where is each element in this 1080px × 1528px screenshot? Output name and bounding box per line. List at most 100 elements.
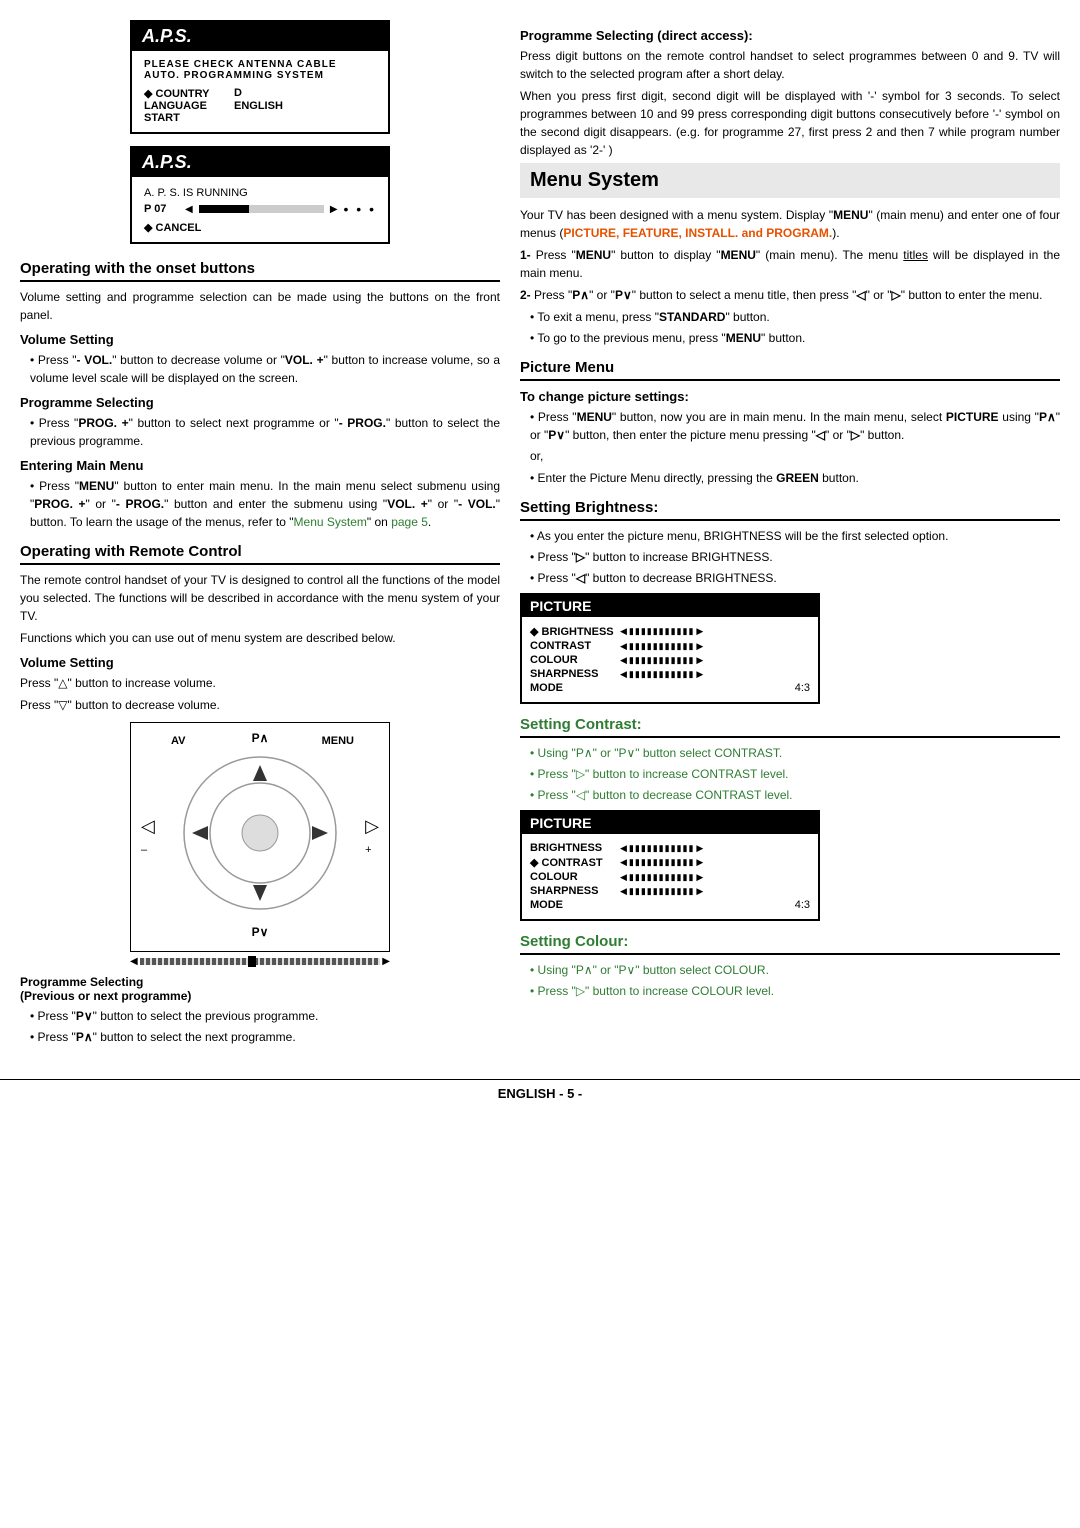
aps-language-row: LANGUAGE ENGLISH <box>144 100 376 112</box>
aps-title-2: A.P.S. <box>132 148 388 177</box>
footer-bar: ENGLISH - 5 - <box>0 1079 1080 1107</box>
aps-line1: PLEASE CHECK ANTENNA CABLE <box>144 59 376 70</box>
pic2-brightness-bar: ◀ ▮▮▮▮▮▮▮▮▮▮▮ ▶ <box>620 843 810 854</box>
bottom-progress-bar: ◀ ▶ <box>130 956 390 967</box>
picture-box-1: PICTURE ◆ BRIGHTNESS ◀ ▮▮▮▮▮▮▮▮▮▮▮ ▶ CON… <box>520 593 820 704</box>
remote-p-down: P∨ <box>252 925 269 939</box>
aps-cancel: ◆ CANCEL <box>144 221 376 234</box>
pic2-sharpness-label: SHARPNESS <box>530 885 620 897</box>
prev-menu-bullet: To go to the previous menu, press "MENU"… <box>520 329 1060 347</box>
aps-prog-label: P 07 <box>144 203 179 215</box>
aps-country-row: ◆ COUNTRY D <box>144 87 376 100</box>
pic1-brightness-row: ◆ BRIGHTNESS ◀ ▮▮▮▮▮▮▮▮▮▮▮ ▶ <box>530 625 810 638</box>
aps-progress-fill <box>199 205 249 213</box>
menu-item2: 2- Press "P∧" or "P∨" button to select a… <box>520 286 1060 304</box>
remote-vol-left: ◁– <box>141 816 155 858</box>
enter-main-menu-bullet: Press "MENU" button to enter main menu. … <box>20 477 500 531</box>
contrast-bullet3: Press "◁" button to decrease CONTRAST le… <box>520 786 1060 804</box>
section2-intro: The remote control handset of your TV is… <box>20 571 500 625</box>
pic2-contrast-bar: ◀ ▮▮▮▮▮▮▮▮▮▮▮ ▶ <box>620 857 810 868</box>
prog-bar-arrow-left: ◀ <box>130 956 138 967</box>
left-column: A.P.S. PLEASE CHECK ANTENNA CABLE AUTO. … <box>20 20 500 1049</box>
section2-intro2: Functions which you can use out of menu … <box>20 629 500 647</box>
prog-selecting-title: Programme Selecting <box>20 395 500 410</box>
pic1-contrast-bar: ◀ ▮▮▮▮▮▮▮▮▮▮▮ ▶ <box>620 641 810 652</box>
pic1-sharpness-bar: ◀ ▮▮▮▮▮▮▮▮▮▮▮ ▶ <box>620 669 810 680</box>
prog-select-caption: Programme Selecting(Previous or next pro… <box>20 975 500 1003</box>
change-picture-title: To change picture settings: <box>520 389 1060 404</box>
pic1-colour-bar: ◀ ▮▮▮▮▮▮▮▮▮▮▮ ▶ <box>620 655 810 666</box>
colour-title: Setting Colour: <box>520 933 1060 955</box>
volume-setting-title: Volume Setting <box>20 332 500 347</box>
aps-language-value: ENGLISH <box>234 100 283 112</box>
pic2-colour-label: COLOUR <box>530 871 620 883</box>
prog-next-bullet: Press "P∧" button to select the next pro… <box>20 1028 500 1046</box>
menu-system-title: Menu System <box>520 163 1060 198</box>
aps-title-1: A.P.S. <box>132 22 388 51</box>
right-column: Programme Selecting (direct access): Pre… <box>520 20 1060 1049</box>
pic2-mode-label: MODE <box>530 899 620 911</box>
colour-bullet1: Using "P∧" or "P∨" button select COLOUR. <box>520 961 1060 979</box>
aps-content-2: A. P. S. IS RUNNING P 07 ◀ ▶ • • • ◆ CAN… <box>132 177 388 242</box>
aps-content-1: PLEASE CHECK ANTENNA CABLE AUTO. PROGRAM… <box>132 51 388 132</box>
or-text: or, <box>520 447 1060 465</box>
pic1-mode-row: MODE 4:3 <box>530 682 810 694</box>
pic2-contrast-row: ◆ CONTRAST ◀ ▮▮▮▮▮▮▮▮▮▮▮ ▶ <box>530 856 810 869</box>
pic1-contrast-row: CONTRAST ◀ ▮▮▮▮▮▮▮▮▮▮▮ ▶ <box>530 640 810 652</box>
pic1-brightness-label: ◆ BRIGHTNESS <box>530 625 620 638</box>
contrast-title: Setting Contrast: <box>520 716 1060 738</box>
direct-access-para1: Press digit buttons on the remote contro… <box>520 47 1060 83</box>
aps-arrow-left: ◀ <box>185 204 193 215</box>
pic1-colour-row: COLOUR ◀ ▮▮▮▮▮▮▮▮▮▮▮ ▶ <box>530 654 810 666</box>
picture-box-2: PICTURE BRIGHTNESS ◀ ▮▮▮▮▮▮▮▮▮▮▮ ▶ ◆ CON… <box>520 810 820 921</box>
volume-bullet: Press "- VOL." button to decrease volume… <box>20 351 500 387</box>
pic2-brightness-label: BRIGHTNESS <box>530 842 620 854</box>
enter-main-menu-title: Entering Main Menu <box>20 458 500 473</box>
aps-box-2: A.P.S. A. P. S. IS RUNNING P 07 ◀ ▶ • • … <box>130 146 390 244</box>
section1-intro: Volume setting and programme selection c… <box>20 288 500 324</box>
menu-item1: 1- Press "MENU" button to display "MENU"… <box>520 246 1060 282</box>
pic1-colour-label: COLOUR <box>530 654 620 666</box>
brightness-bullet2: Press "▷" button to increase BRIGHTNESS. <box>520 548 1060 566</box>
vol-decrease: Press "▽" button to decrease volume. <box>20 696 500 714</box>
prog-selecting-bullet: Press "PROG. +" button to select next pr… <box>20 414 500 450</box>
pic1-sharpness-label: SHARPNESS <box>530 668 620 680</box>
picture-box-1-title: PICTURE <box>522 595 818 617</box>
picture-menu-title: Picture Menu <box>520 359 1060 381</box>
picture-box-1-content: ◆ BRIGHTNESS ◀ ▮▮▮▮▮▮▮▮▮▮▮ ▶ CONTRAST ◀ … <box>522 617 818 702</box>
contrast-bullet2: Press "▷" button to increase CONTRAST le… <box>520 765 1060 783</box>
colour-bullet2: Press "▷" button to increase COLOUR leve… <box>520 982 1060 1000</box>
picture-box-2-title: PICTURE <box>522 812 818 834</box>
pic2-colour-row: COLOUR ◀ ▮▮▮▮▮▮▮▮▮▮▮ ▶ <box>530 871 810 883</box>
change-bullet1: Press "MENU" button, now you are in main… <box>520 408 1060 444</box>
pic1-contrast-label: CONTRAST <box>530 640 620 652</box>
aps-dots: • • • <box>344 201 376 217</box>
pic2-colour-bar: ◀ ▮▮▮▮▮▮▮▮▮▮▮ ▶ <box>620 872 810 883</box>
contrast-bullet1: Using "P∧" or "P∨" button select CONTRAS… <box>520 744 1060 762</box>
direct-access-title: Programme Selecting (direct access): <box>520 28 1060 43</box>
aps-start-row: START <box>144 112 376 124</box>
aps-progress-bar <box>199 205 324 213</box>
pic2-brightness-row: BRIGHTNESS ◀ ▮▮▮▮▮▮▮▮▮▮▮ ▶ <box>530 842 810 854</box>
remote-p-up: P∧ <box>252 731 269 745</box>
remote-menu-label: MENU <box>322 735 354 747</box>
pic2-sharpness-row: SHARPNESS ◀ ▮▮▮▮▮▮▮▮▮▮▮ ▶ <box>530 885 810 897</box>
prog-bar-arrow-right: ▶ <box>382 956 390 967</box>
aps-line2: AUTO. PROGRAMMING SYSTEM <box>144 70 376 81</box>
footer-text: ENGLISH - 5 - <box>498 1086 583 1101</box>
vol-increase: Press "△" button to increase volume. <box>20 674 500 692</box>
aps-country-label: ◆ COUNTRY <box>144 87 224 100</box>
aps-language-label: LANGUAGE <box>144 100 224 112</box>
brightness-bullet1: As you enter the picture menu, BRIGHTNES… <box>520 527 1060 545</box>
exit-menu-bullet: To exit a menu, press "STANDARD" button. <box>520 308 1060 326</box>
pic1-sharpness-row: SHARPNESS ◀ ▮▮▮▮▮▮▮▮▮▮▮ ▶ <box>530 668 810 680</box>
brightness-title: Setting Brightness: <box>520 499 1060 521</box>
brightness-bullet3: Press "◁" button to decrease BRIGHTNESS. <box>520 569 1060 587</box>
section1-title: Operating with the onset buttons <box>20 260 500 282</box>
remote-diagram: AV MENU P∧ P∨ ◁– ▷+ <box>130 722 390 952</box>
pic1-mode-value: 4:3 <box>795 682 810 694</box>
aps-running-text: A. P. S. IS RUNNING <box>144 185 376 201</box>
pic2-sharpness-bar: ◀ ▮▮▮▮▮▮▮▮▮▮▮ ▶ <box>620 886 810 897</box>
remote-vol-right: ▷+ <box>365 816 379 858</box>
pic1-brightness-bar: ◀ ▮▮▮▮▮▮▮▮▮▮▮ ▶ <box>620 626 810 637</box>
